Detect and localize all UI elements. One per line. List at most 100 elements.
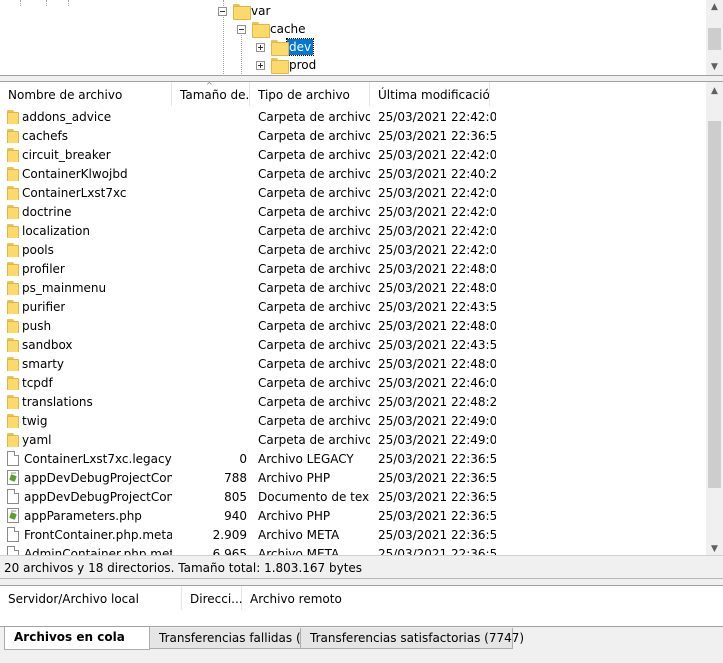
filename-cell: circuit_breaker	[0, 147, 172, 162]
table-row[interactable]: doctrine Carpeta de archivos 25/03/2021 22…	[0, 202, 706, 221]
tab-failed-transfers[interactable]: Transferencias fallidas (1)	[149, 628, 313, 649]
queue-header: Servidor/Archivo local Direcci... Archiv…	[0, 586, 723, 610]
tree-item-cache[interactable]: cache	[237, 20, 308, 38]
table-row[interactable]: localization Carpeta de archivos 25/03/202…	[0, 221, 706, 240]
modified-cell: 25/03/2021 22:49:08	[378, 413, 496, 428]
filesize-cell: 6.965	[212, 546, 247, 556]
table-row[interactable]: FrontContainer.php.meta 2.909 Archivo META…	[0, 525, 706, 544]
folder-icon	[7, 128, 19, 143]
filename-cell: AdminContainer.php.meta	[0, 546, 172, 555]
transfer-queue[interactable]: Servidor/Archivo local Direcci... Archiv…	[0, 585, 723, 627]
filetype-cell: Carpeta de archivos	[258, 356, 370, 371]
scroll-up-arrow-icon[interactable]: ▲	[706, 82, 723, 99]
filename-cell: cachefs	[0, 128, 172, 143]
table-row[interactable]: cachefs Carpeta de archivos 25/03/2021 22:…	[0, 126, 706, 145]
filetype-cell: Carpeta de archivos	[258, 242, 370, 257]
filetype-cell: Archivo LEGACY	[258, 451, 354, 466]
table-row[interactable]: addons_advice Carpeta de archivos 25/03/20…	[0, 107, 706, 126]
column-header-filename[interactable]: Nombre de archivo	[0, 82, 172, 106]
modified-cell: 25/03/2021 22:46:01	[378, 375, 496, 390]
table-row[interactable]: appDevDebugProjectCon... 788 Archivo PHP 25…	[0, 468, 706, 487]
remote-directory-tree[interactable]: var cache dev prod ▲ ▼	[0, 0, 723, 76]
queue-column-local[interactable]: Servidor/Archivo local	[0, 586, 182, 610]
tree-guide-line	[20, 0, 21, 6]
tree-scrollbar[interactable]: ▲ ▼	[706, 0, 723, 75]
filesize-cell: 2.909	[212, 527, 247, 542]
filesize-cell: 805	[224, 489, 247, 504]
filename-cell: appDevDebugProjectCon...	[0, 489, 172, 504]
table-row[interactable]: profiler Carpeta de archivos 25/03/2021 22…	[0, 259, 706, 278]
column-header-label: Última modificación	[378, 88, 490, 102]
folder-icon	[7, 166, 19, 181]
table-row[interactable]: translations Carpeta de archivos 25/03/202…	[0, 392, 706, 411]
table-row[interactable]: ContainerLxst7xc Carpeta de archivos 25/03…	[0, 183, 706, 202]
tab-successful-transfers[interactable]: Transferencias satisfactorias (7747)	[300, 628, 524, 649]
modified-cell: 25/03/2021 22:42:09	[378, 223, 496, 238]
scroll-down-arrow-icon[interactable]: ▼	[706, 58, 723, 75]
table-row[interactable]: ps_mainmenu Carpeta de archivos 25/03/2021…	[0, 278, 706, 297]
column-header-label: Tipo de archivo	[258, 88, 350, 102]
modified-cell: 25/03/2021 22:42:09	[378, 242, 496, 257]
tab-queued-files[interactable]: Archivos en cola	[4, 627, 150, 650]
table-row[interactable]: smarty Carpeta de archivos 25/03/2021 22:4…	[0, 354, 706, 373]
scroll-thumb[interactable]	[708, 28, 721, 50]
modified-cell: 25/03/2021 22:36:51	[378, 128, 496, 143]
table-row[interactable]: appDevDebugProjectCon... 805 Documento de …	[0, 487, 706, 506]
modified-cell: 25/03/2021 22:43:53	[378, 337, 496, 352]
filetype-cell: Carpeta de archivos	[258, 299, 370, 314]
queue-column-remote[interactable]: Archivo remoto	[242, 586, 442, 610]
table-row[interactable]: ContainerKlwojbd Carpeta de archivos 25/03…	[0, 164, 706, 183]
modified-cell: 25/03/2021 22:36:52	[378, 451, 496, 466]
table-row[interactable]: AdminContainer.php.meta 6.965 Archivo META…	[0, 544, 706, 556]
filename-cell: appDevDebugProjectCon...	[0, 470, 172, 485]
folder-icon	[7, 223, 19, 238]
scroll-up-arrow-icon[interactable]: ▲	[706, 0, 723, 14]
remote-file-list[interactable]: Nombre de archivo Tamaño de... ^ Tipo de…	[0, 81, 723, 556]
collapse-icon[interactable]	[237, 24, 246, 34]
column-header-label: Nombre de archivo	[8, 88, 123, 102]
filename-cell: push	[0, 318, 172, 333]
table-row[interactable]: tcpdf Carpeta de archivos 25/03/2021 22:46…	[0, 373, 706, 392]
table-row[interactable]: push Carpeta de archivos 25/03/2021 22:48:…	[0, 316, 706, 335]
table-row[interactable]: twig Carpeta de archivos 25/03/2021 22:49:…	[0, 411, 706, 430]
column-header-modified[interactable]: Última modificación	[370, 82, 490, 106]
tree-item-label: dev	[285, 38, 315, 56]
folder-icon	[271, 40, 289, 56]
table-row[interactable]: circuit_breaker Carpeta de archivos 25/03/…	[0, 145, 706, 164]
list-scrollbar[interactable]: ▲ ▼	[706, 82, 723, 555]
expand-icon[interactable]	[256, 60, 265, 70]
filename-cell: FrontContainer.php.meta	[0, 527, 172, 542]
folder-icon	[7, 375, 19, 390]
folder-icon	[7, 280, 19, 295]
table-row[interactable]: pools Carpeta de archivos 25/03/2021 22:42…	[0, 240, 706, 259]
table-row[interactable]: yaml Carpeta de archivos 25/03/2021 22:49:…	[0, 430, 706, 449]
filename-label: FrontContainer.php.meta	[24, 527, 172, 542]
tree-item-dev[interactable]: dev	[256, 38, 315, 56]
filename-cell: yaml	[0, 432, 172, 447]
collapse-icon[interactable]	[218, 6, 227, 16]
scroll-down-arrow-icon[interactable]: ▼	[706, 540, 723, 555]
tree-item-prod[interactable]: prod	[256, 56, 318, 74]
filename-cell: purifier	[0, 299, 172, 314]
filetype-cell: Archivo PHP	[258, 508, 331, 523]
queue-column-direction[interactable]: Direcci...	[182, 586, 243, 610]
scroll-thumb[interactable]	[708, 121, 721, 488]
file-icon	[7, 489, 19, 504]
column-header-filesize[interactable]: Tamaño de... ^	[172, 82, 250, 106]
filename-label: ContainerLxst7xc	[22, 185, 127, 200]
file-icon	[7, 527, 19, 542]
table-row[interactable]: appParameters.php 940 Archivo PHP 25/03/202…	[0, 506, 706, 525]
table-row[interactable]: ContainerLxst7xc.legacy 0 Archivo LEGACY 25…	[0, 449, 706, 468]
tree-guide-line	[46, 0, 47, 6]
modified-cell: 25/03/2021 22:42:07	[378, 185, 496, 200]
table-row[interactable]: sandbox Carpeta de archivos 25/03/2021 22:…	[0, 335, 706, 354]
filename-cell: tcpdf	[0, 375, 172, 390]
modified-cell: 25/03/2021 22:36:52	[378, 470, 496, 485]
filetype-cell: Carpeta de archivos	[258, 394, 370, 409]
column-header-filetype[interactable]: Tipo de archivo	[250, 82, 370, 106]
tree-item-var[interactable]: var	[218, 2, 272, 20]
expand-icon[interactable]	[256, 42, 265, 52]
filetype-cell: Documento de tex...	[258, 489, 370, 504]
table-row[interactable]: purifier Carpeta de archivos 25/03/2021 22…	[0, 297, 706, 316]
modified-cell: 25/03/2021 22:43:52	[378, 299, 496, 314]
